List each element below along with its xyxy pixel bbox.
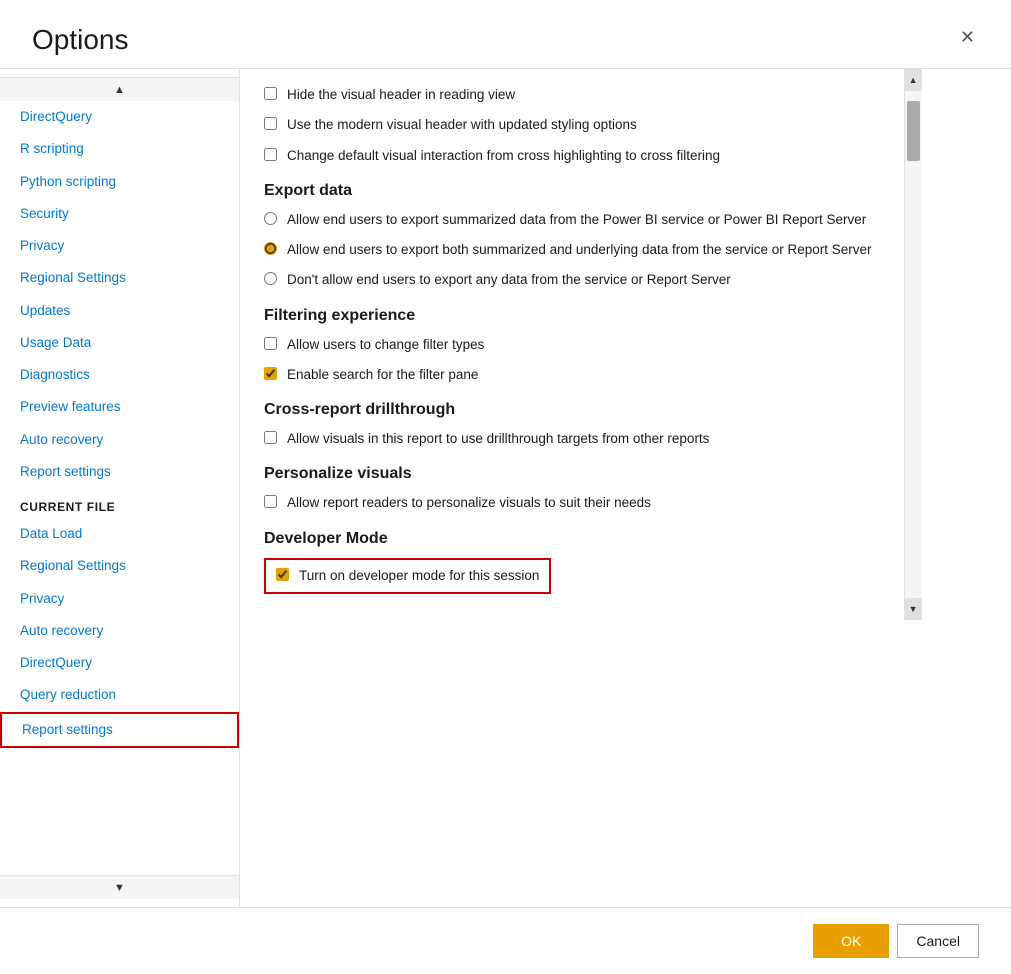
personalize-visuals-title: Personalize visuals <box>264 465 872 483</box>
modern-visual-header-checkbox[interactable] <box>264 117 277 130</box>
sidebar-item-usage-data[interactable]: Usage Data <box>0 327 239 359</box>
sidebar-item-privacy[interactable]: Privacy <box>0 230 239 262</box>
option-allow-drillthrough: Allow visuals in this report to use dril… <box>264 429 872 449</box>
developer-mode-session-label: Turn on developer mode for this session <box>299 566 539 586</box>
option-export-summarized: Allow end users to export summarized dat… <box>264 210 872 230</box>
enable-search-filter-label: Enable search for the filter pane <box>287 365 872 385</box>
developer-mode-session-checkbox[interactable] <box>276 568 289 581</box>
sidebar-item-security[interactable]: Security <box>0 198 239 230</box>
export-summarized-radio[interactable] <box>264 212 277 225</box>
option-enable-search-filter: Enable search for the filter pane <box>264 365 872 385</box>
developer-mode-title: Developer Mode <box>264 530 872 548</box>
dialog-header: Options ✕ <box>0 0 1011 68</box>
close-button[interactable]: ✕ <box>956 24 979 50</box>
sidebar-item-query-reduction[interactable]: Query reduction <box>0 679 239 711</box>
sidebar-item-auto-recovery-cf[interactable]: Auto recovery <box>0 615 239 647</box>
content-scroll-area: Hide the visual header in reading view U… <box>240 69 904 620</box>
export-none-label: Don't allow end users to export any data… <box>287 270 872 290</box>
content-scroll-up-button[interactable]: ▲ <box>905 69 922 91</box>
change-interaction-label: Change default visual interaction from c… <box>287 146 872 166</box>
option-change-interaction: Change default visual interaction from c… <box>264 146 872 166</box>
sidebar-scroll-down-button[interactable]: ▼ <box>0 875 239 899</box>
option-export-none: Don't allow end users to export any data… <box>264 270 872 290</box>
content-area: Hide the visual header in reading view U… <box>240 69 922 620</box>
scroll-thumb <box>907 101 920 161</box>
modern-visual-header-label: Use the modern visual header with update… <box>287 115 872 135</box>
option-export-both: Allow end users to export both summarize… <box>264 240 872 260</box>
sidebar-item-regional-settings[interactable]: Regional Settings <box>0 262 239 294</box>
filtering-experience-title: Filtering experience <box>264 307 872 325</box>
content-scrollbar: ▲ ▼ <box>904 69 922 620</box>
option-allow-personalize: Allow report readers to personalize visu… <box>264 493 872 513</box>
content-scroll-down-button[interactable]: ▼ <box>905 598 922 620</box>
hide-visual-header-checkbox[interactable] <box>264 87 277 100</box>
sidebar-item-regional-settings-cf[interactable]: Regional Settings <box>0 550 239 582</box>
current-file-label: CURRENT FILE <box>0 488 239 518</box>
sidebar-item-r-scripting[interactable]: R scripting <box>0 133 239 165</box>
sidebar-item-auto-recovery[interactable]: Auto recovery <box>0 424 239 456</box>
export-summarized-label: Allow end users to export summarized dat… <box>287 210 872 230</box>
sidebar-item-directquery-cf[interactable]: DirectQuery <box>0 647 239 679</box>
sidebar-item-diagnostics[interactable]: Diagnostics <box>0 359 239 391</box>
cancel-button[interactable]: Cancel <box>897 924 979 958</box>
allow-personalize-label: Allow report readers to personalize visu… <box>287 493 872 513</box>
allow-filter-types-label: Allow users to change filter types <box>287 335 872 355</box>
developer-mode-box: Turn on developer mode for this session <box>264 558 551 594</box>
allow-drillthrough-checkbox[interactable] <box>264 431 277 444</box>
ok-button[interactable]: OK <box>813 924 889 958</box>
sidebar-item-data-load[interactable]: Data Load <box>0 518 239 550</box>
hide-visual-header-label: Hide the visual header in reading view <box>287 85 872 105</box>
option-modern-visual-header: Use the modern visual header with update… <box>264 115 872 135</box>
cross-report-drillthrough-title: Cross-report drillthrough <box>264 401 872 419</box>
option-hide-visual-header: Hide the visual header in reading view <box>264 85 872 105</box>
dialog-footer: OK Cancel <box>0 907 1011 974</box>
scroll-thumb-area <box>905 91 922 598</box>
allow-filter-types-checkbox[interactable] <box>264 337 277 350</box>
export-both-label: Allow end users to export both summarize… <box>287 240 872 260</box>
sidebar-scroll-area: DirectQuery R scripting Python scripting… <box>0 101 239 875</box>
sidebar-scroll-up-button[interactable]: ▲ <box>0 77 239 101</box>
sidebar-item-report-settings[interactable]: Report settings <box>0 456 239 488</box>
export-both-radio[interactable] <box>264 242 277 255</box>
option-allow-filter-types: Allow users to change filter types <box>264 335 872 355</box>
enable-search-filter-checkbox[interactable] <box>264 367 277 380</box>
sidebar: ▲ DirectQuery R scripting Python scripti… <box>0 69 240 907</box>
sidebar-item-preview-features[interactable]: Preview features <box>0 391 239 423</box>
change-interaction-checkbox[interactable] <box>264 148 277 161</box>
option-developer-mode-session: Turn on developer mode for this session <box>276 566 539 586</box>
allow-drillthrough-label: Allow visuals in this report to use dril… <box>287 429 872 449</box>
sidebar-item-report-settings-cf[interactable]: Report settings <box>0 712 239 748</box>
sidebar-item-updates[interactable]: Updates <box>0 295 239 327</box>
dialog-title: Options <box>32 24 129 56</box>
export-none-radio[interactable] <box>264 272 277 285</box>
sidebar-item-python-scripting[interactable]: Python scripting <box>0 166 239 198</box>
dialog-body: ▲ DirectQuery R scripting Python scripti… <box>0 68 1011 907</box>
sidebar-item-directquery[interactable]: DirectQuery <box>0 101 239 133</box>
sidebar-item-privacy-cf[interactable]: Privacy <box>0 583 239 615</box>
options-dialog: Options ✕ ▲ DirectQuery R scripting Pyth… <box>0 0 1011 974</box>
allow-personalize-checkbox[interactable] <box>264 495 277 508</box>
export-data-title: Export data <box>264 182 872 200</box>
